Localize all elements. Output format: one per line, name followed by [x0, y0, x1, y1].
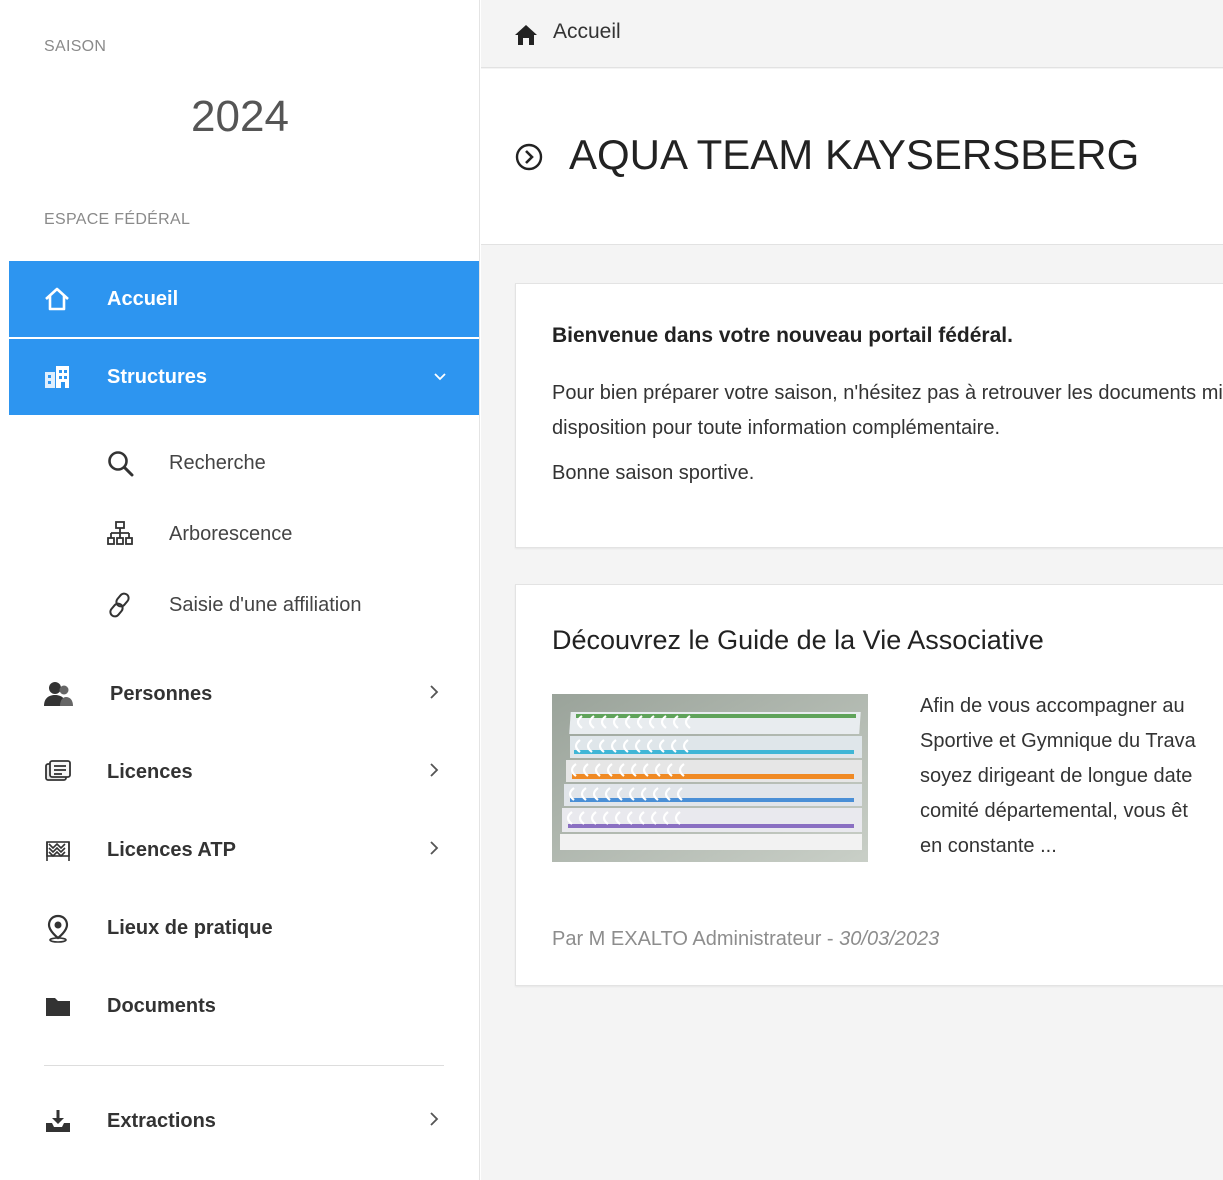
season-year[interactable]: 2024	[0, 92, 480, 142]
sidebar-item-lieux-de-pratique[interactable]: Lieux de pratique	[0, 898, 480, 958]
page-header: AQUA TEAM KAYSERSBERG	[481, 69, 1223, 245]
location-pin-icon	[42, 912, 74, 944]
welcome-title: Bienvenue dans votre nouveau portail féd…	[552, 324, 1013, 347]
folder-icon	[42, 990, 74, 1022]
sidebar-item-label: Lieux de pratique	[107, 916, 273, 939]
sidebar-item-label: Personnes	[110, 682, 213, 705]
season-label: SAISON	[44, 38, 107, 55]
sidebar-subitem-affiliation[interactable]: Saisie d'une affiliation	[0, 575, 480, 635]
sidebar-divider	[44, 1065, 444, 1066]
atp-icon	[42, 834, 74, 866]
sidebar-subitem-recherche[interactable]: Recherche	[0, 433, 480, 493]
sidebar-item-label: Structures	[107, 365, 208, 388]
section-label: ESPACE FÉDÉRAL	[44, 211, 191, 228]
chevron-right-icon	[428, 1110, 440, 1133]
license-card-icon	[42, 756, 74, 788]
sidebar-item-documents[interactable]: Documents	[0, 976, 480, 1036]
welcome-closing: Bonne saison sportive.	[552, 462, 755, 484]
sidebar-item-label: Documents	[107, 994, 216, 1017]
search-icon	[104, 447, 136, 479]
home-icon	[41, 283, 73, 315]
tree-icon	[104, 518, 136, 550]
sidebar: SAISON 2024 ESPACE FÉDÉRAL Accueil Struc…	[0, 0, 480, 1180]
structures-icon	[41, 361, 73, 393]
sidebar-item-extractions[interactable]: Extractions	[0, 1091, 480, 1151]
guide-excerpt-line: soyez dirigeant de longue date	[920, 765, 1193, 787]
guide-card: Découvrez le Guide de la Vie Associative	[515, 584, 1223, 986]
chevron-right-icon	[428, 839, 440, 862]
sidebar-item-personnes[interactable]: Personnes	[0, 664, 480, 724]
sidebar-item-label: Licences ATP	[107, 838, 236, 861]
sidebar-item-licences[interactable]: Licences	[0, 742, 480, 802]
guide-author: Par M EXALTO Administrateur -	[552, 928, 840, 950]
main-content: Accueil AQUA TEAM KAYSERSBERG Bienvenue …	[481, 0, 1223, 1180]
sidebar-subitem-label: Arborescence	[169, 522, 293, 545]
chevron-down-icon	[433, 369, 447, 385]
sidebar-subitem-arborescence[interactable]: Arborescence	[0, 504, 480, 564]
home-icon[interactable]	[513, 22, 539, 48]
sidebar-item-label: Extractions	[107, 1109, 216, 1132]
guide-excerpt-line: Afin de vous accompagner au	[920, 695, 1185, 717]
breadcrumb-item-accueil[interactable]: Accueil	[553, 20, 621, 44]
sidebar-subitem-label: Recherche	[169, 451, 266, 474]
guide-meta: Par M EXALTO Administrateur - 30/03/2023	[552, 928, 939, 951]
guide-excerpt-line: Sportive et Gymnique du Trava	[920, 730, 1196, 752]
sidebar-item-accueil[interactable]: Accueil	[9, 261, 479, 337]
guide-title[interactable]: Découvrez le Guide de la Vie Associative	[552, 625, 1044, 656]
welcome-card: Bienvenue dans votre nouveau portail féd…	[515, 283, 1223, 548]
sidebar-item-licences-atp[interactable]: Licences ATP	[0, 820, 480, 880]
guide-date: 30/03/2023	[839, 928, 940, 950]
download-tray-icon	[42, 1105, 74, 1137]
sidebar-item-label: Licences	[107, 760, 193, 783]
guide-excerpt-line: en constante ...	[920, 835, 1057, 857]
sidebar-item-structures[interactable]: Structures	[9, 339, 479, 415]
guide-excerpt: Afin de vous accompagner au Sportive et …	[920, 689, 1223, 864]
chevron-right-icon	[428, 683, 440, 706]
page-title: AQUA TEAM KAYSERSBERG	[569, 131, 1140, 178]
sidebar-subitem-label: Saisie d'une affiliation	[169, 593, 362, 616]
chevron-right-icon	[428, 761, 440, 784]
users-icon	[42, 678, 74, 710]
welcome-paragraph: Pour bien préparer votre saison, n'hésit…	[552, 382, 1223, 439]
guide-excerpt-line: comité départemental, vous êt	[920, 800, 1188, 822]
guide-notebooks-image[interactable]	[552, 694, 868, 862]
chevron-circle-right-icon	[513, 141, 545, 173]
sidebar-item-label: Accueil	[107, 287, 179, 310]
breadcrumb: Accueil	[481, 8, 1223, 68]
link-icon	[104, 589, 136, 621]
